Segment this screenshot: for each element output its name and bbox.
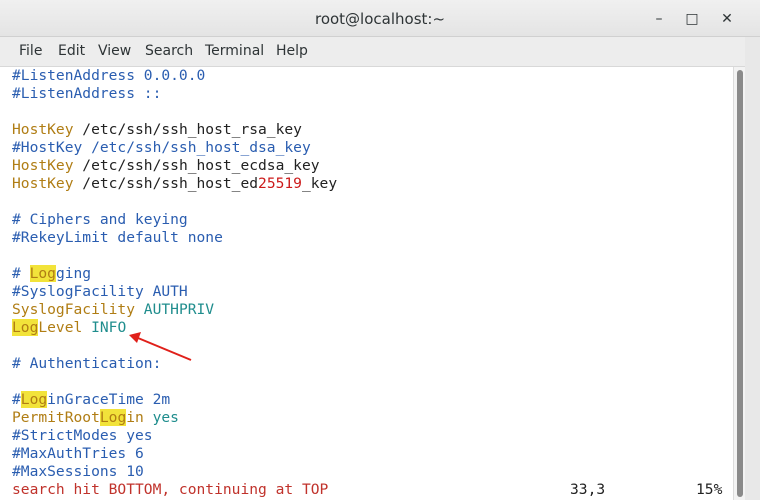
menu-file[interactable]: File <box>19 43 42 59</box>
vertical-scrollbar[interactable] <box>733 67 745 500</box>
scrollbar-thumb[interactable] <box>737 70 743 497</box>
window-title: root@localhost:~ <box>314 10 446 28</box>
menu-edit[interactable]: Edit <box>58 43 85 59</box>
close-button[interactable]: ✕ <box>717 9 737 29</box>
terminal-content[interactable]: #ListenAddress 0.0.0.0 #ListenAddress ::… <box>0 67 733 500</box>
minimize-button[interactable]: – <box>649 9 669 29</box>
annotation-arrow-icon <box>129 332 192 361</box>
maximize-button[interactable]: □ <box>682 9 702 29</box>
menu-view[interactable]: View <box>98 43 131 59</box>
menu-terminal[interactable]: Terminal <box>205 43 264 59</box>
terminal-window: root@localhost:~ – □ ✕ File Edit View Se… <box>0 0 760 500</box>
menu-bar: File Edit View Search Terminal Help <box>0 37 760 67</box>
title-bar[interactable]: root@localhost:~ – □ ✕ <box>0 0 760 37</box>
menu-search[interactable]: Search <box>145 43 193 59</box>
menu-help[interactable]: Help <box>276 43 308 59</box>
window-edge <box>745 37 760 500</box>
